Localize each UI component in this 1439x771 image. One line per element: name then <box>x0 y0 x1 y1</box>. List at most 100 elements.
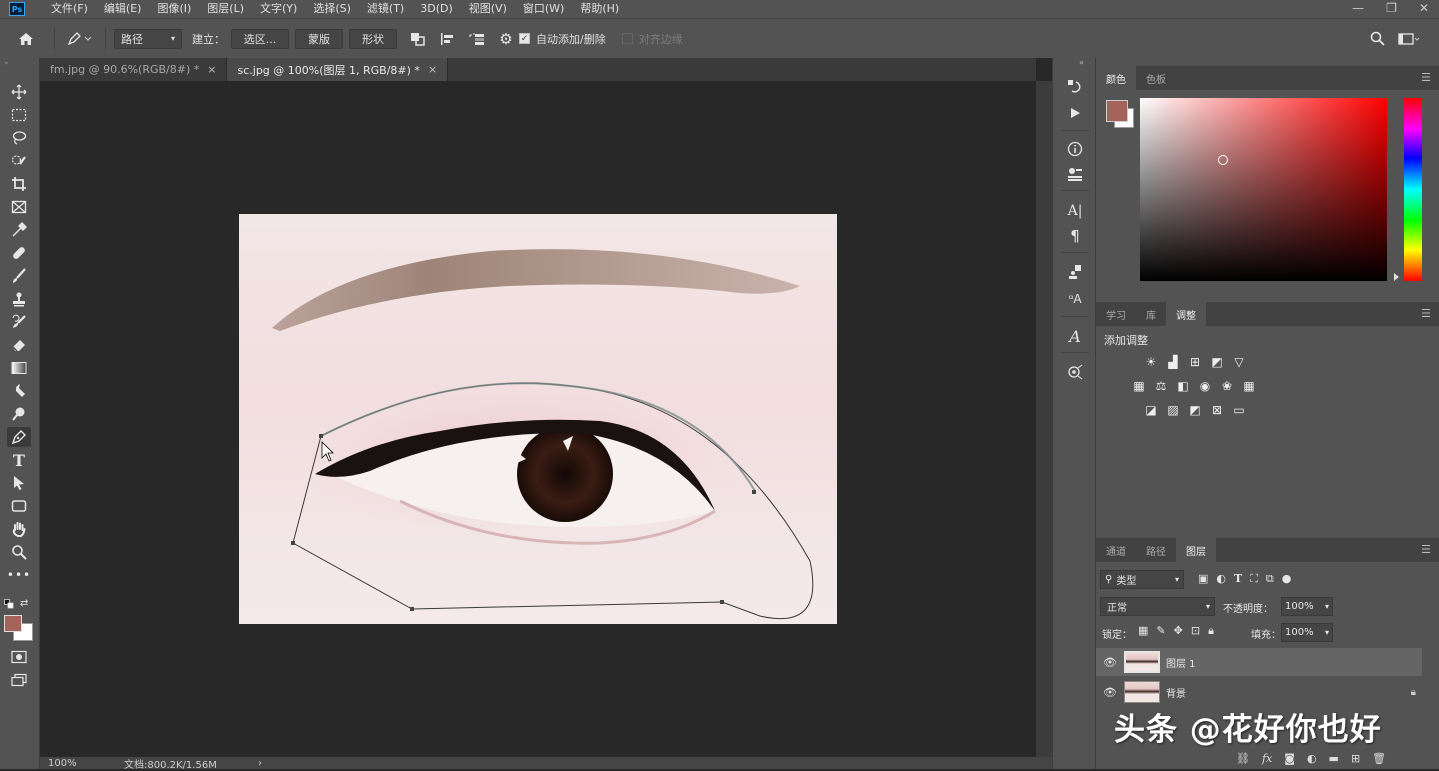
canvas-area[interactable] <box>40 81 1036 757</box>
frame-tool-icon[interactable] <box>7 197 31 217</box>
menu-edit[interactable]: 编辑(E) <box>96 0 150 18</box>
eraser-tool-icon[interactable] <box>7 335 31 355</box>
filter-toggle-icon[interactable]: ● <box>1282 572 1292 586</box>
gear-icon[interactable]: ⚙ <box>493 30 519 48</box>
curves-icon[interactable]: ⊞ <box>1186 354 1204 370</box>
layer-style-icon[interactable]: fx <box>1262 752 1272 765</box>
collapse-toolbar-icon[interactable]: » <box>4 59 8 67</box>
path-arrangement-icon[interactable] <box>463 32 493 46</box>
lock-all-icon[interactable]: 🔒︎ <box>1208 624 1214 638</box>
auto-add-delete-checkbox[interactable]: ✓ <box>519 33 530 44</box>
selective-color-icon[interactable]: ⊠ <box>1208 402 1226 418</box>
document-image[interactable] <box>40 81 1036 757</box>
path-operations-icon[interactable] <box>403 32 433 46</box>
fill-field[interactable]: 100% ▾ <box>1281 623 1333 642</box>
clone-source-icon[interactable] <box>1063 262 1087 282</box>
quick-mask-icon[interactable] <box>7 647 31 667</box>
close-tab-icon[interactable]: × <box>207 63 216 76</box>
panel-menu-icon[interactable]: ☰ <box>1421 307 1431 320</box>
default-colors-icon[interactable] <box>4 599 14 609</box>
pixel-filter-icon[interactable]: ▣ <box>1198 572 1208 586</box>
color-panel-foreground[interactable] <box>1106 100 1128 122</box>
layer-name[interactable]: 图层 1 <box>1166 655 1196 670</box>
search-icon[interactable] <box>1367 31 1387 46</box>
move-tool-icon[interactable] <box>7 82 31 102</box>
adjustment-filter-icon[interactable]: ◐ <box>1216 572 1226 586</box>
layer-row[interactable]: 👁︎ 图层 1 <box>1096 648 1422 676</box>
lasso-tool-icon[interactable] <box>7 128 31 148</box>
menu-window[interactable]: 窗口(W) <box>515 0 572 18</box>
color-picker-field[interactable] <box>1140 98 1387 281</box>
make-shape-button[interactable]: 形状 <box>349 28 397 49</box>
tab-adjustments[interactable]: 调整 <box>1166 302 1206 326</box>
adjustment-layer-icon[interactable]: ◐ <box>1307 752 1317 765</box>
glyphs-icon[interactable]: ᵅA <box>1063 289 1087 309</box>
channel-mixer-icon[interactable]: ❀ <box>1218 378 1236 394</box>
panel-menu-icon[interactable]: ☰ <box>1421 71 1431 84</box>
tab-libraries[interactable]: 库 <box>1136 302 1166 326</box>
color-lookup-icon[interactable]: ▦ <box>1240 378 1258 394</box>
rectangle-tool-icon[interactable] <box>7 496 31 516</box>
shape-filter-icon[interactable]: ⛶ <box>1250 572 1258 586</box>
make-selection-button[interactable]: 选区... <box>231 28 289 49</box>
gradient-tool-icon[interactable] <box>7 358 31 378</box>
gradient-map-icon[interactable]: ▭ <box>1230 402 1248 418</box>
layer-row[interactable]: 👁︎ 背景 🔒︎ <box>1096 678 1422 706</box>
menu-3d[interactable]: 3D(D) <box>412 0 461 18</box>
layer-filter-select[interactable]: ⚲ 类型 ▾ <box>1100 570 1184 589</box>
invert-icon[interactable]: ◪ <box>1142 402 1160 418</box>
delete-layer-icon[interactable]: 🗑︎ <box>1372 752 1386 765</box>
tab-fm-jpg[interactable]: fm.jpg @ 90.6%(RGB/8#) * × <box>40 58 228 81</box>
status-menu-arrow-icon[interactable]: › <box>258 758 262 769</box>
color-balance-icon[interactable]: ⚖ <box>1152 378 1170 394</box>
exposure-icon[interactable]: ◩ <box>1208 354 1226 370</box>
hand-tool-icon[interactable] <box>7 519 31 539</box>
link-layers-icon[interactable]: ⛓ <box>1236 752 1250 765</box>
type-tool-icon[interactable]: T <box>7 450 31 470</box>
path-selection-tool-icon[interactable] <box>7 473 31 493</box>
paragraph-icon[interactable]: ¶ <box>1063 226 1087 246</box>
eyedropper-tool-icon[interactable] <box>7 220 31 240</box>
tab-layers[interactable]: 图层 <box>1176 538 1216 562</box>
hue-slider-marker[interactable] <box>1394 273 1399 281</box>
tab-learn[interactable]: 学习 <box>1096 302 1136 326</box>
visibility-eye-icon[interactable]: 👁︎ <box>1096 686 1124 699</box>
character-styles-icon[interactable]: A <box>1063 326 1087 346</box>
smudge-tool-icon[interactable] <box>7 381 31 401</box>
opacity-field[interactable]: 100% ▾ <box>1281 597 1333 616</box>
black-white-icon[interactable]: ◧ <box>1174 378 1192 394</box>
stamp-tool-icon[interactable] <box>7 289 31 309</box>
tab-color[interactable]: 颜色 <box>1096 66 1136 90</box>
properties-icon[interactable] <box>1063 164 1087 184</box>
tab-channels[interactable]: 通道 <box>1096 538 1136 562</box>
menu-help[interactable]: 帮助(H) <box>572 0 627 18</box>
crop-tool-icon[interactable] <box>7 174 31 194</box>
info-icon[interactable] <box>1063 139 1087 159</box>
make-mask-button[interactable]: 蒙版 <box>295 28 343 49</box>
canvas-scrollbar[interactable] <box>1036 81 1052 757</box>
menu-layer[interactable]: 图层(L) <box>199 0 252 18</box>
zoom-level[interactable]: 100% <box>48 758 88 769</box>
threshold-icon[interactable]: ◩ <box>1186 402 1204 418</box>
blend-mode-select[interactable]: 正常 ▾ <box>1100 597 1215 616</box>
pen-mode-select[interactable]: 路径 ▾ <box>114 28 182 49</box>
close-tab-icon[interactable]: × <box>428 63 437 76</box>
home-icon[interactable] <box>6 32 46 46</box>
menu-select[interactable]: 选择(S) <box>305 0 359 18</box>
history-brush-tool-icon[interactable] <box>7 312 31 332</box>
foreground-color-swatch[interactable] <box>4 615 22 632</box>
vibrance-icon[interactable]: ▽ <box>1230 354 1248 370</box>
tab-paths[interactable]: 路径 <box>1136 538 1176 562</box>
navigator-icon[interactable] <box>1063 362 1087 382</box>
visibility-eye-icon[interactable]: 👁︎ <box>1096 656 1124 669</box>
quick-selection-tool-icon[interactable] <box>7 151 31 171</box>
screen-mode-icon[interactable] <box>7 670 31 690</box>
new-group-icon[interactable]: ▬ <box>1329 752 1339 765</box>
posterize-icon[interactable]: ▨ <box>1164 402 1182 418</box>
menu-image[interactable]: 图像(I) <box>149 0 199 18</box>
pen-tool-icon[interactable] <box>7 427 31 447</box>
healing-brush-tool-icon[interactable] <box>7 243 31 263</box>
close-button[interactable]: ✕ <box>1419 0 1429 16</box>
dodge-tool-icon[interactable] <box>7 404 31 424</box>
photo-filter-icon[interactable]: ◉ <box>1196 378 1214 394</box>
